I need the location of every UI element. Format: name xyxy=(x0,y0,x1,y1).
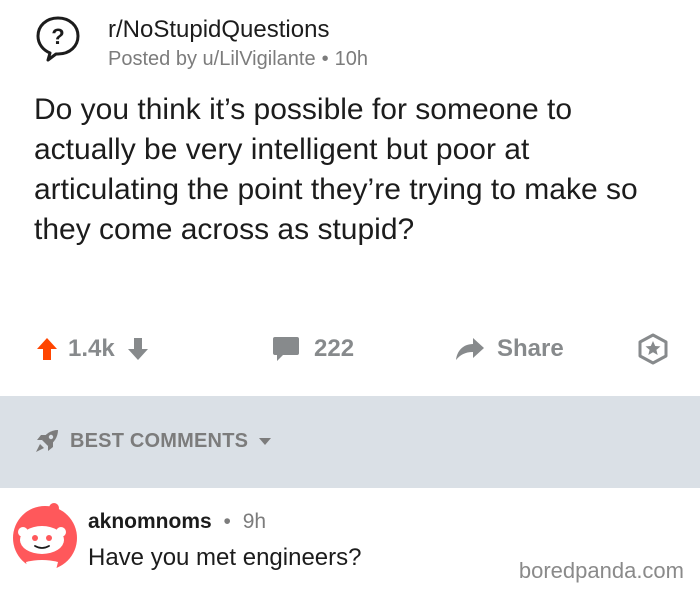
posted-by-label: Posted by xyxy=(108,48,197,70)
comment-meta: aknomnoms • 9h xyxy=(88,510,266,534)
award-button[interactable] xyxy=(637,325,669,373)
vote-control: 1.4k xyxy=(36,325,149,373)
arrow-down-icon[interactable] xyxy=(127,337,149,361)
comments-sort-bar: BEST COMMENTS xyxy=(0,396,700,488)
rocket-icon xyxy=(36,430,58,452)
sort-label: BEST COMMENTS xyxy=(70,429,249,452)
chevron-down-icon xyxy=(259,438,272,445)
watermark: boredpanda.com xyxy=(518,558,684,583)
post-author[interactable]: u/LilVigilante xyxy=(203,48,316,70)
award-icon xyxy=(638,333,668,365)
share-arrow-icon xyxy=(456,338,484,360)
comment-separator: • xyxy=(223,510,231,533)
post-meta: Posted by u/LilVigilante • 10h xyxy=(108,48,368,71)
meta-separator: • xyxy=(321,48,329,70)
comment-author[interactable]: aknomnoms xyxy=(88,510,212,533)
post-age: 10h xyxy=(334,48,368,70)
post-title[interactable]: Do you think it’s possible for someone t… xyxy=(34,90,674,250)
share-button[interactable]: Share xyxy=(455,325,564,373)
post-header: ? r/NoStupidQuestions Posted by u/LilVig… xyxy=(34,8,700,70)
svg-text:?: ? xyxy=(51,24,64,49)
vote-count: 1.4k xyxy=(68,335,115,362)
question-mark-bubble-icon[interactable]: ? xyxy=(34,14,82,62)
comments-button[interactable]: 222 xyxy=(272,325,354,373)
speech-bubble-icon xyxy=(273,337,299,361)
comment-body: Have you met engineers? xyxy=(88,544,362,571)
comment-count: 222 xyxy=(314,335,355,362)
sort-dropdown[interactable]: BEST COMMENTS xyxy=(34,428,272,454)
post-action-bar: 1.4k 222 Share xyxy=(0,325,700,373)
share-label: Share xyxy=(497,335,564,362)
subreddit-name[interactable]: r/NoStupidQuestions xyxy=(108,16,329,44)
comment-age: 9h xyxy=(242,510,267,533)
arrow-up-icon[interactable] xyxy=(36,337,58,361)
snoo-avatar-icon[interactable] xyxy=(10,502,80,572)
